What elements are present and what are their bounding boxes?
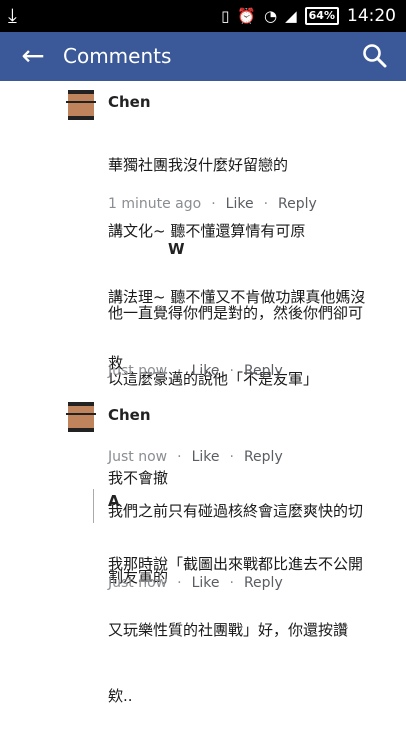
page-title: Comments [63,44,172,68]
status-icons: ▯ ⏰ ◔ ◢ 64% 14:20 [221,6,396,26]
comment-author[interactable]: Chen [108,406,151,424]
avatar[interactable] [66,90,96,120]
comment-meta: 1 minute ago · Like · Reply [108,195,317,213]
comment-text: 我那時說「截圖出來戰都比進去不公開 又玩樂性質的社團戰」好，你還按讚 欸.. [108,555,364,705]
comment: A 我那時說「截圖出來戰都比進去不公開 又玩樂性質的社團戰」好，你還按讚 欸..… [0,487,406,705]
reply-button[interactable]: Reply [278,195,317,213]
separator-dot: · [177,363,182,379]
like-button[interactable]: Like [192,574,220,592]
wifi-icon: ◔ [264,7,278,25]
comment-meta: Just now · Like · Reply [108,574,283,592]
clock: 14:20 [347,6,396,26]
search-icon[interactable] [360,41,390,71]
signal-icon: ◢ [285,7,297,25]
comment-time: 1 minute ago [108,196,202,212]
like-button[interactable]: Like [226,195,254,213]
comment-time: Just now [108,575,168,591]
status-bar: ⤓ ▯ ⏰ ◔ ◢ 64% 14:20 [0,0,406,32]
separator-dot: · [177,575,182,591]
comment-time: Just now [108,449,168,465]
back-arrow-icon[interactable]: ← [18,40,48,72]
separator-dot: · [211,196,216,212]
vibrate-icon: ▯ [221,7,230,25]
separator-dot: · [263,196,269,212]
comment: W 他一直覺得你們是對的，然後你們卻可 以這麼豪邁的說他「不是友軍」 我們之前只… [0,238,406,586]
comment-meta: Just now · Like · Reply [108,362,283,380]
battery-indicator: 64% [304,7,339,25]
reply-button[interactable]: Reply [244,574,283,592]
reply-button[interactable]: Reply [244,362,283,380]
reply-button[interactable]: Reply [244,448,283,466]
app-bar: ← Comments [0,32,406,81]
download-icon: ⤓ [8,3,17,27]
alarm-icon: ⏰ [237,7,257,25]
avatar[interactable] [66,402,96,432]
separator-dot: · [177,449,182,465]
separator-dot: · [229,449,234,465]
avatar-placeholder [93,489,94,523]
separator-dot: · [229,363,234,379]
comment-meta: Just now · Like · Reply [108,448,283,466]
separator-dot: · [229,575,234,591]
comment-author[interactable]: Chen [108,93,151,111]
comment-author[interactable]: A [108,492,120,510]
comment-author[interactable]: W [168,240,185,258]
like-button[interactable]: Like [192,362,220,380]
comment: Chen 華獨社團我沒什麼好留戀的 講文化~ 聽不懂還算情有可原 講法理~ 聽不… [0,88,406,372]
like-button[interactable]: Like [192,448,220,466]
comment-time: Just now [108,363,168,379]
comment: Chen 我不會撤 Just now · Like · Reply [0,400,406,487]
